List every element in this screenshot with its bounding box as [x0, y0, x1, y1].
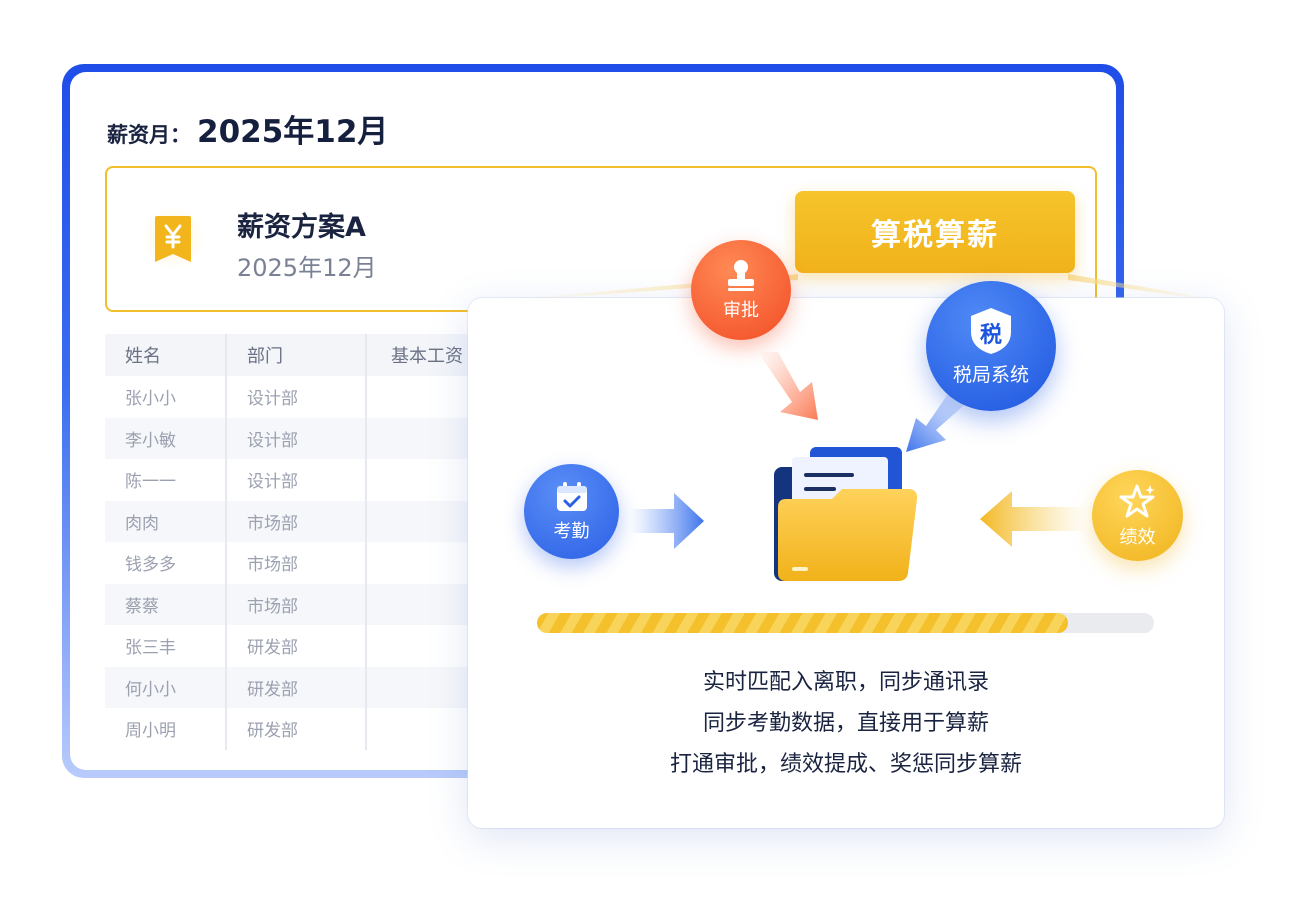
shield-icon: 税	[968, 306, 1014, 356]
arrow-perf	[980, 491, 1086, 547]
tax-bureau-source[interactable]: 税 税局系统	[926, 281, 1056, 411]
approval-source[interactable]: 审批	[691, 240, 791, 340]
tax-badge: 税	[979, 322, 1002, 348]
arrow-approve	[758, 352, 818, 420]
approval-label: 审批	[723, 300, 759, 321]
performance-label: 绩效	[1119, 526, 1156, 548]
attendance-label: 考勤	[553, 520, 590, 542]
tax-bureau-label: 税局系统	[952, 363, 1029, 386]
arrow-attend	[630, 493, 704, 549]
stamp-icon	[728, 260, 754, 291]
attendance-source[interactable]: 考勤	[524, 464, 619, 559]
star-icon	[1119, 484, 1155, 517]
feature-line: 实时匹配入离职，同步通讯录	[702, 670, 989, 695]
feature-list: 实时匹配入离职，同步通讯录 同步考勤数据，直接用于算薪 打通审批，绩效提成、奖惩…	[468, 662, 1224, 785]
performance-source[interactable]: 绩效	[1092, 470, 1183, 561]
calendar-check-icon	[556, 481, 587, 511]
sync-progress-bar	[537, 613, 1154, 633]
sync-progress-fill	[537, 613, 1068, 633]
folder-icon	[774, 447, 918, 581]
feature-line: 打通审批，绩效提成、奖惩同步算薪	[669, 752, 1022, 777]
feature-line: 同步考勤数据，直接用于算薪	[702, 711, 989, 736]
